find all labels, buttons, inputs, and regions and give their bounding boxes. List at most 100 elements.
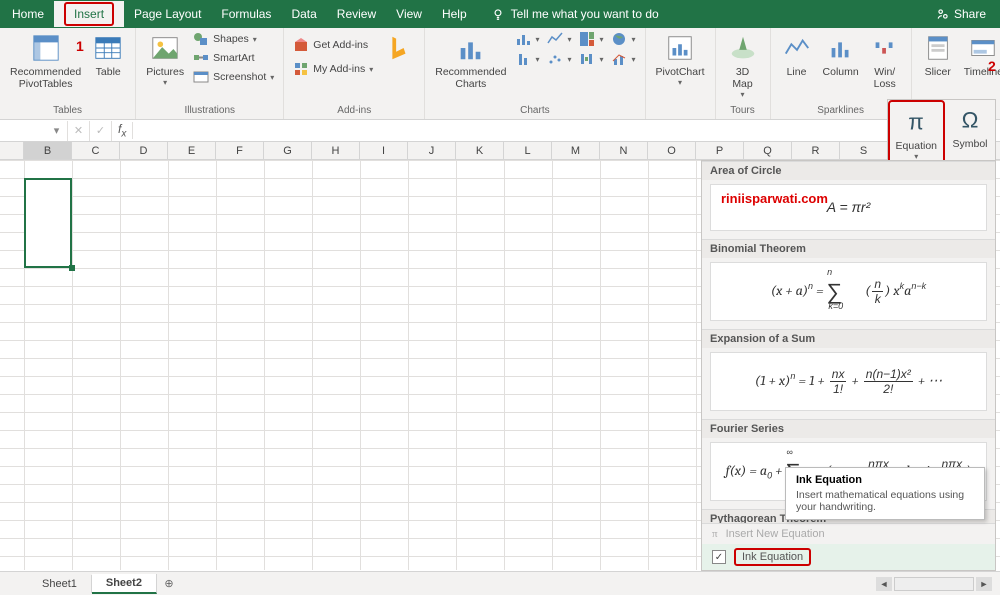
col-header[interactable]: K <box>456 142 504 159</box>
table-icon <box>92 32 124 64</box>
col-header[interactable]: Q <box>744 142 792 159</box>
formula-input[interactable] <box>133 121 1000 141</box>
spark-wl-icon <box>869 32 901 64</box>
fx-label[interactable]: fx <box>112 122 133 139</box>
pictures-button[interactable]: Pictures▾ <box>142 30 188 89</box>
sparkline-winloss-button[interactable]: Win/ Loss <box>865 30 905 92</box>
col-header[interactable]: I <box>360 142 408 159</box>
sheet-tab-1[interactable]: Sheet1 <box>28 575 92 593</box>
col-header[interactable]: B <box>24 142 72 159</box>
sheet-tab-2[interactable]: Sheet2 <box>92 574 157 594</box>
smartart-icon <box>193 50 209 66</box>
group-label-charts: Charts <box>520 103 549 119</box>
group-pivotchart: PivotChart▾ <box>646 28 716 119</box>
symbol-button[interactable]: Ω Symbol <box>945 100 995 167</box>
recommended-charts-button[interactable]: Recommended Charts <box>431 30 510 92</box>
tab-home[interactable]: Home <box>2 1 54 27</box>
equation-item-area-of-circle[interactable]: riniisparwati.com A = πr² <box>710 184 987 231</box>
cancel-formula[interactable]: ✕ <box>68 121 90 141</box>
col-header[interactable]: N <box>600 142 648 159</box>
col-header[interactable]: O <box>648 142 696 159</box>
equation-item-expansion[interactable]: (1 + x)n = 1 + nx1! + n(n−1)x²2! + ⋯ <box>710 352 987 411</box>
share-button[interactable]: Share <box>924 7 998 21</box>
fill-handle[interactable] <box>69 265 75 271</box>
3d-map-button[interactable]: 3D Map▾ <box>722 30 764 101</box>
group-label-sparklines: Sparklines <box>817 103 864 119</box>
spark-col-icon <box>825 32 857 64</box>
table-button[interactable]: Table <box>87 30 129 80</box>
pi-icon: π <box>900 106 932 138</box>
col-header[interactable]: D <box>120 142 168 159</box>
pivotchart-button[interactable]: PivotChart▾ <box>652 30 709 89</box>
smartart-button[interactable]: SmartArt <box>190 49 277 67</box>
col-header[interactable]: E <box>168 142 216 159</box>
scatter-icon <box>547 51 563 67</box>
group-tables: Recommended PivotTables Table Tables <box>0 28 136 119</box>
bing-icon <box>382 32 414 64</box>
col-header[interactable]: J <box>408 142 456 159</box>
slicer-button[interactable]: Slicer <box>918 30 958 80</box>
group-label-illustrations: Illustrations <box>184 103 235 119</box>
col-header[interactable]: C <box>72 142 120 159</box>
hierarchy-chart-button[interactable]: ▾ <box>576 30 606 48</box>
sparkline-line-button[interactable]: Line <box>777 30 817 80</box>
share-icon <box>936 7 950 21</box>
tell-me-search[interactable]: Tell me what you want to do <box>483 7 667 21</box>
screenshot-icon <box>193 69 209 85</box>
scroll-right[interactable]: ► <box>976 577 992 591</box>
horizontal-scrollbar[interactable]: ◄ ► <box>876 577 1000 591</box>
add-sheet-button[interactable]: ⊕ <box>157 577 181 590</box>
tab-review[interactable]: Review <box>327 1 386 27</box>
screenshot-button[interactable]: Screenshot ▾ <box>190 68 277 86</box>
ribbon-tabs: Home Insert Page Layout Formulas Data Re… <box>0 0 1000 28</box>
map-chart-button[interactable]: ▾ <box>608 30 638 48</box>
col-header[interactable]: F <box>216 142 264 159</box>
tab-insert[interactable]: Insert <box>54 1 124 27</box>
waterfall-chart-button[interactable]: ▾ <box>576 50 606 68</box>
group-charts: Recommended Charts ▾ ▾ ▾ ▾ ▾ ▾ ▾ ▾ Chart… <box>425 28 645 119</box>
bing-maps-button[interactable] <box>378 30 418 68</box>
svg-text:π: π <box>909 110 925 135</box>
group-label-addins: Add-ins <box>337 103 371 119</box>
annotation-2: 2 <box>988 58 996 74</box>
get-addins-button[interactable]: Get Add-ins <box>290 36 376 54</box>
group-label-tours: Tours <box>730 103 754 119</box>
treemap-icon <box>579 31 595 47</box>
equation-item-binomial[interactable]: (x + a)n = ∑k=0n (nk) xkan−k <box>710 262 987 321</box>
addins-icon <box>293 61 309 77</box>
col-header[interactable]: S <box>840 142 888 159</box>
scatter-chart-button[interactable]: ▾ <box>544 50 574 68</box>
spark-line-icon <box>781 32 813 64</box>
tab-view[interactable]: View <box>386 1 432 27</box>
equation-button[interactable]: π Equation▾ <box>888 100 945 167</box>
shapes-button[interactable]: Shapes ▾ <box>190 30 277 48</box>
waterfall-icon <box>579 51 595 67</box>
line-chart-button[interactable]: ▾ <box>544 30 574 48</box>
line-chart-icon <box>547 31 563 47</box>
col-header[interactable]: P <box>696 142 744 159</box>
col-header[interactable]: M <box>552 142 600 159</box>
col-header[interactable]: G <box>264 142 312 159</box>
name-box-dropdown[interactable]: ▾ <box>46 121 68 141</box>
col-header[interactable]: H <box>312 142 360 159</box>
col-header[interactable]: L <box>504 142 552 159</box>
stat-chart-button[interactable]: ▾ <box>512 50 542 68</box>
tab-page-layout[interactable]: Page Layout <box>124 1 211 27</box>
col-header[interactable]: R <box>792 142 840 159</box>
column-chart-button[interactable]: ▾ <box>512 30 542 48</box>
tab-data[interactable]: Data <box>281 1 326 27</box>
sparkline-column-button[interactable]: Column <box>819 30 863 80</box>
pictures-icon <box>149 32 181 64</box>
chart-icon <box>455 32 487 64</box>
combo-chart-button[interactable]: ▾ <box>608 50 638 68</box>
recommended-pivottables-button[interactable]: Recommended PivotTables <box>6 30 85 92</box>
my-addins-button[interactable]: My Add-ins ▾ <box>290 60 376 78</box>
tab-help[interactable]: Help <box>432 1 477 27</box>
scroll-left[interactable]: ◄ <box>876 577 892 591</box>
tab-formulas[interactable]: Formulas <box>211 1 281 27</box>
group-label-tables: Tables <box>53 103 82 119</box>
ink-equation-button[interactable]: ✓ Ink Equation <box>702 544 995 570</box>
group-illustrations: Pictures▾ Shapes ▾ SmartArt Screenshot ▾… <box>136 28 284 119</box>
selected-cell[interactable] <box>24 178 72 268</box>
enter-formula[interactable]: ✓ <box>90 121 112 141</box>
